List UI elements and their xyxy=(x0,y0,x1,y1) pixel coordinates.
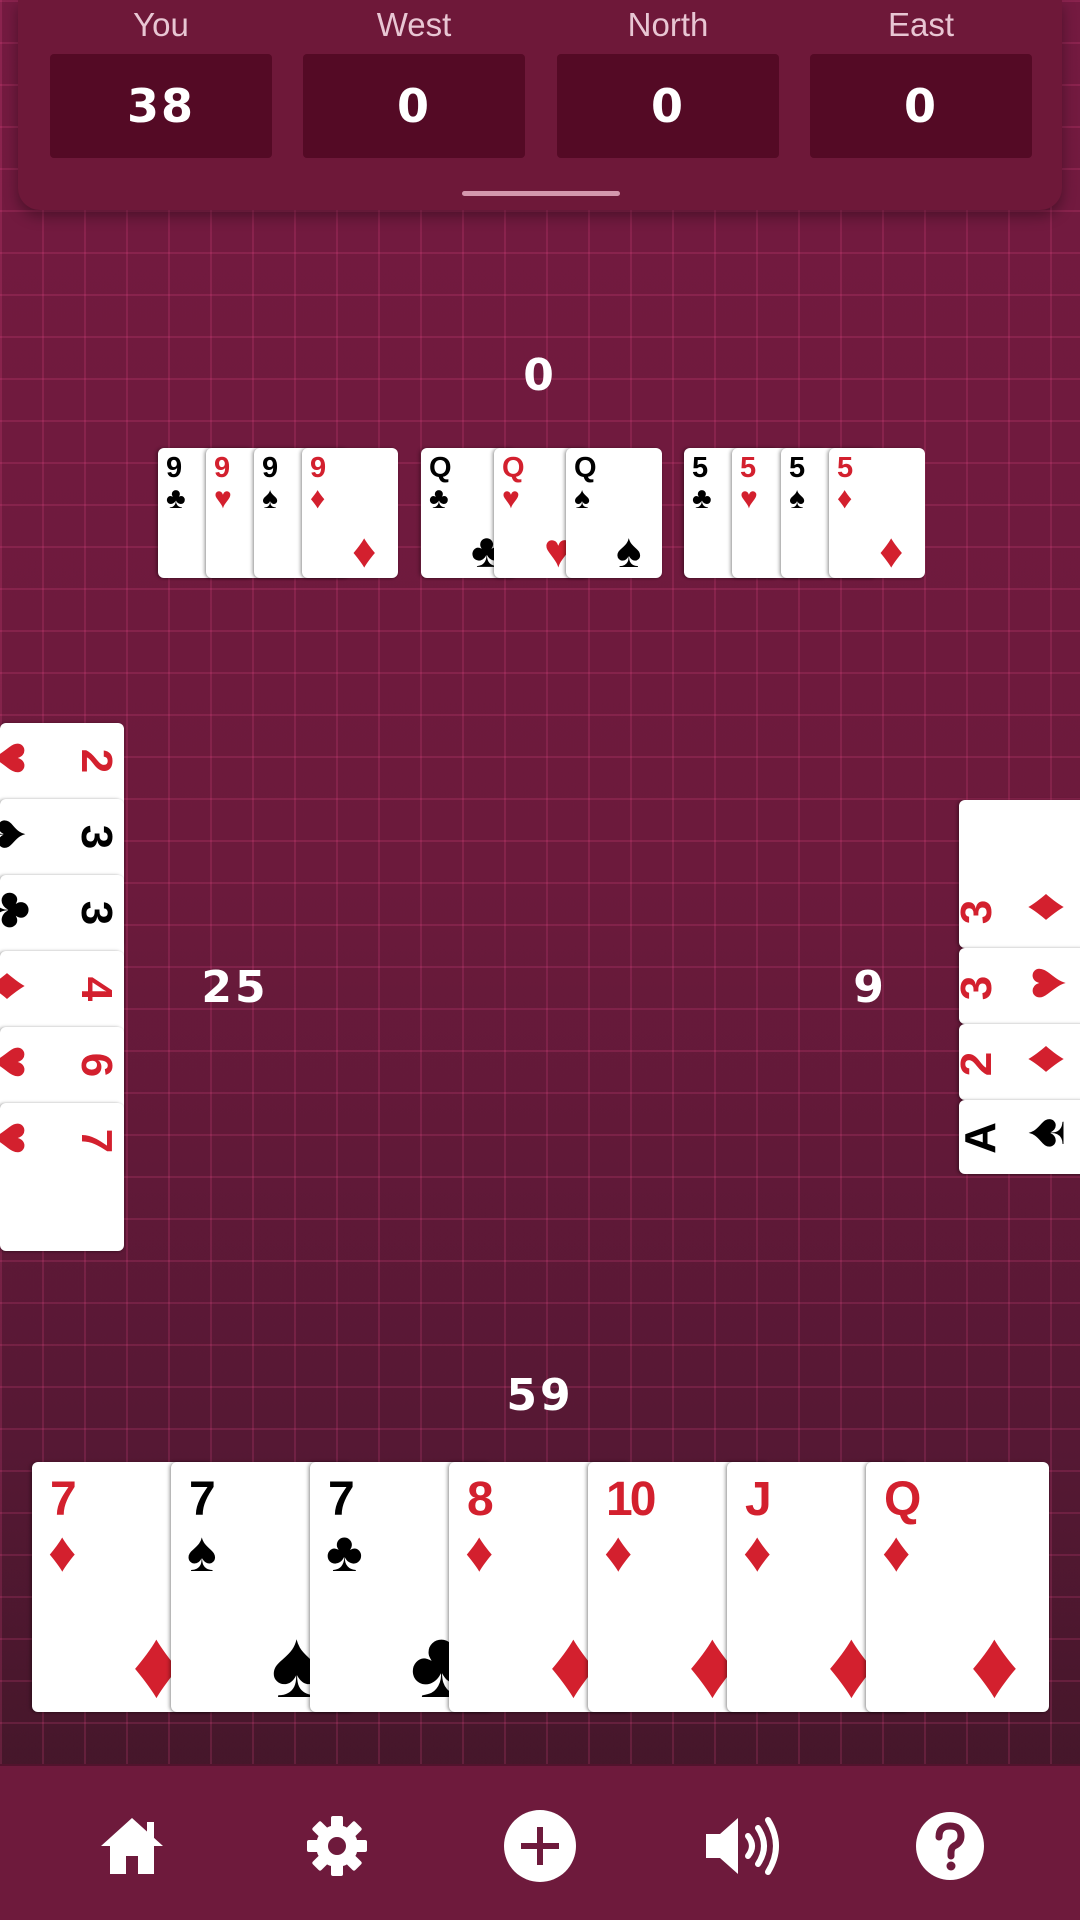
score-east: East 0 xyxy=(810,0,1032,160)
east-count: 9 xyxy=(853,962,887,1013)
west-count: 25 xyxy=(201,962,269,1013)
card-rank: 6 xyxy=(71,1052,121,1078)
score-west: West 0 xyxy=(303,0,525,160)
sound-button[interactable] xyxy=(704,1806,786,1886)
card-rank: 9 xyxy=(166,452,183,484)
card-rank: 7 xyxy=(50,1473,77,1526)
hand-card[interactable]: Q ♦ ♦ xyxy=(866,1462,1049,1712)
card-rank: 3 xyxy=(959,900,1001,924)
score-you: You 38 xyxy=(50,0,272,160)
settings-button[interactable] xyxy=(297,1806,377,1886)
heart-icon: ♥ xyxy=(214,482,232,515)
north-count: 0 xyxy=(523,350,557,401)
plus-icon xyxy=(504,1810,576,1882)
card-rank: J xyxy=(745,1473,772,1526)
home-button[interactable] xyxy=(92,1806,172,1886)
card-rank: Q xyxy=(429,452,452,484)
card-rank: 9 xyxy=(214,452,231,484)
club-icon: ♣ xyxy=(0,891,46,929)
home-icon xyxy=(101,1818,163,1874)
east-card: 3 ♥ xyxy=(959,948,1080,1024)
diamond-icon: ♦ xyxy=(879,525,904,578)
heart-icon: ♥ xyxy=(0,741,44,775)
meld-card: 5 ♦ ♦ xyxy=(829,448,925,578)
diamond-icon: ♦ xyxy=(48,1520,77,1583)
player-score: 0 xyxy=(810,54,1032,158)
card-rank: 3 xyxy=(959,976,1001,1000)
diamond-icon: ♦ xyxy=(743,1520,772,1583)
scoreboard-drag-handle[interactable] xyxy=(462,191,620,196)
spade-icon: ♠ xyxy=(574,482,590,515)
help-button[interactable] xyxy=(910,1806,990,1886)
heart-icon: ♥ xyxy=(0,1121,44,1155)
spade-icon: ♠ xyxy=(0,819,42,850)
player-name: West xyxy=(376,6,452,43)
card-rank: Q xyxy=(574,452,597,484)
player-name: East xyxy=(887,6,955,43)
new-game-button[interactable] xyxy=(500,1806,580,1886)
card-rank: A xyxy=(959,1122,1005,1154)
card-rank: 9 xyxy=(310,452,327,484)
volume-icon xyxy=(706,1817,779,1875)
diamond-icon: ♦ xyxy=(604,1520,633,1583)
east-card: 3 ♦ xyxy=(959,800,1080,948)
diamond-icon: ♦ xyxy=(1010,892,1076,922)
diamond-icon: ♦ xyxy=(0,971,42,1001)
card-rank: 5 xyxy=(692,452,709,484)
heart-icon: ♥ xyxy=(502,482,520,515)
card-rank: 4 xyxy=(71,976,121,1002)
spade-icon: ♠ xyxy=(1011,1117,1077,1149)
card-rank: 2 xyxy=(71,748,121,774)
spade-icon: ♠ xyxy=(262,482,278,515)
club-icon: ♣ xyxy=(166,482,186,515)
scoreboard: You 38 West 0 North 0 East 0 xyxy=(18,0,1062,210)
east-card: 2 ♦ xyxy=(959,1024,1080,1100)
diamond-icon: ♦ xyxy=(310,482,326,515)
diamond-icon: ♦ xyxy=(970,1611,1019,1713)
help-icon xyxy=(916,1812,984,1880)
diamond-icon: ♦ xyxy=(837,482,853,515)
player-score: 0 xyxy=(303,54,525,158)
diamond-icon: ♦ xyxy=(352,525,377,578)
player-score: 38 xyxy=(50,54,272,158)
heart-icon: ♥ xyxy=(740,482,758,515)
meld-card: Q ♠ ♠ xyxy=(566,448,662,578)
gear-icon xyxy=(307,1816,367,1876)
club-icon: ♣ xyxy=(692,482,712,515)
card-rank: 10 xyxy=(606,1473,656,1526)
card-rank: 8 xyxy=(467,1473,494,1526)
card-rank: 5 xyxy=(740,452,757,484)
card-rank: 5 xyxy=(837,452,854,484)
card-rank: 3 xyxy=(71,824,121,850)
card-rank: 2 xyxy=(959,1052,1001,1076)
card-rank: Q xyxy=(502,452,525,484)
heart-icon: ♥ xyxy=(1013,965,1079,1001)
card-rank: 7 xyxy=(71,1128,121,1154)
player-name: North xyxy=(627,6,709,43)
south-count: 59 xyxy=(506,1370,574,1421)
west-card: ♥ 7 xyxy=(0,1103,124,1251)
spade-icon: ♠ xyxy=(616,525,642,578)
spade-icon: ♠ xyxy=(187,1520,217,1583)
score-north: North 0 xyxy=(557,0,779,160)
meld-card: 9 ♦ ♦ xyxy=(302,448,398,578)
card-rank: Q xyxy=(884,1473,922,1526)
card-rank: 7 xyxy=(189,1473,216,1526)
card-rank: 3 xyxy=(71,900,121,926)
card-rank: 9 xyxy=(262,452,279,484)
card-rank: 7 xyxy=(328,1473,355,1526)
diamond-icon: ♦ xyxy=(1010,1044,1076,1074)
east-card: A ♠ xyxy=(959,1100,1080,1174)
diamond-icon: ♦ xyxy=(465,1520,494,1583)
player-score: 0 xyxy=(557,54,779,158)
card-rank: 5 xyxy=(789,452,806,484)
club-icon: ♣ xyxy=(326,1520,363,1583)
spade-icon: ♠ xyxy=(789,482,805,515)
diamond-icon: ♦ xyxy=(882,1520,911,1583)
heart-icon: ♥ xyxy=(0,1045,44,1079)
player-name: You xyxy=(133,6,189,43)
club-icon: ♣ xyxy=(429,482,449,515)
bottom-toolbar xyxy=(0,1764,1080,1920)
